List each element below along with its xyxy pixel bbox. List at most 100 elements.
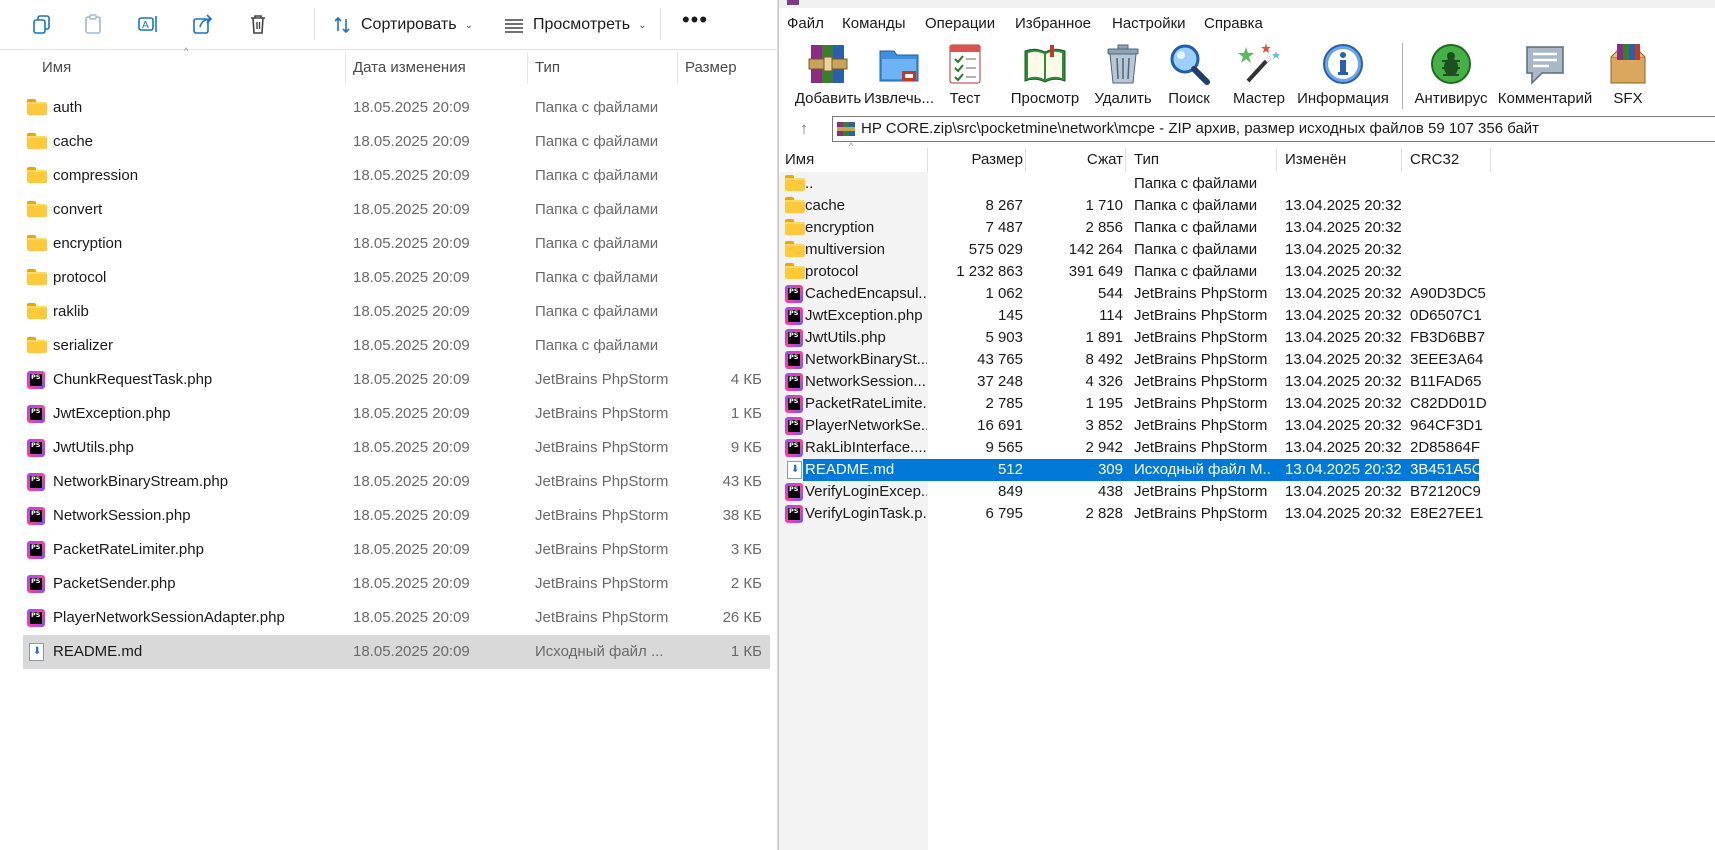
tool-add-button[interactable]: Добавить — [793, 41, 863, 111]
column-header-packed[interactable]: Сжат — [1027, 148, 1123, 172]
archive-file-row[interactable]: PS PacketRateLimite... 2 785 1 195 JetBrains… — [779, 393, 1487, 415]
share-icon[interactable] — [190, 11, 216, 37]
column-divider[interactable] — [527, 52, 528, 84]
file-type: JetBrains PhpStorm — [535, 541, 669, 558]
explorer-file-row[interactable]: serializer 18.05.2025 20:09 Папка с файлам… — [23, 329, 770, 363]
explorer-file-row[interactable]: auth 18.05.2025 20:09 Папка с файлами — [23, 91, 770, 125]
explorer-file-row[interactable]: PS JwtUtils.php 18.05.2025 20:09 JetBrains … — [23, 431, 770, 465]
tool-comment-button[interactable]: Комментарий — [1496, 41, 1594, 111]
column-divider[interactable] — [1276, 148, 1277, 172]
tool-view-button[interactable]: Просмотр — [1007, 41, 1083, 111]
archive-file-modified: 13.04.2025 20:32 — [1285, 307, 1402, 324]
archive-file-row[interactable]: PS CachedEncapsul... 1 062 544 JetBrains Php… — [779, 283, 1486, 305]
file-type: JetBrains PhpStorm — [535, 507, 669, 524]
archive-file-row[interactable]: PS VerifyLoginTask.p... 6 795 2 828 JetBrain… — [779, 503, 1483, 525]
tool-wizard-button[interactable]: Мастер — [1227, 41, 1291, 111]
archive-file-row[interactable]: multiversion 575 029 142 264 Папка с файлам… — [779, 239, 1479, 261]
explorer-file-row[interactable]: PS NetworkSession.php 18.05.2025 20:09 JetB… — [23, 499, 770, 533]
delete-icon[interactable] — [245, 11, 271, 37]
explorer-file-row[interactable]: encryption 18.05.2025 20:09 Папка с файлам… — [23, 227, 770, 261]
menu-operations[interactable]: Операции — [925, 15, 995, 32]
menu-file[interactable]: Файл — [787, 15, 824, 32]
archive-file-row[interactable]: cache 8 267 1 710 Папка с файлами 13.04.2025… — [779, 195, 1479, 217]
column-header-date[interactable]: Дата изменения — [353, 52, 466, 84]
menu-favorites[interactable]: Избранное — [1015, 15, 1091, 32]
copy-icon[interactable] — [29, 11, 55, 37]
column-header-type[interactable]: Тип — [1134, 148, 1159, 172]
chevron-down-icon: ⌄ — [638, 19, 647, 31]
column-divider[interactable] — [1401, 148, 1402, 172]
sort-button[interactable]: Сортировать ⌄ — [333, 12, 473, 38]
tool-sfx-button[interactable]: SFX — [1601, 41, 1655, 111]
archive-file-row[interactable]: PS JwtException.php 145 114 JetBrains PhpSto… — [779, 305, 1482, 327]
menu-commands[interactable]: Команды — [842, 15, 906, 32]
column-header-size[interactable]: Размер — [685, 52, 737, 84]
column-header-name[interactable]: Имя — [785, 148, 814, 172]
archive-file-row[interactable]: protocol 1 232 863 391 649 Папка с файлами 1… — [779, 261, 1479, 283]
column-header-type[interactable]: Тип — [535, 52, 560, 84]
menu-help[interactable]: Справка — [1204, 15, 1263, 32]
file-date: 18.05.2025 20:09 — [353, 337, 470, 354]
view-button[interactable]: Просмотреть ⌄ — [503, 12, 647, 38]
column-divider[interactable] — [345, 52, 346, 84]
tool-delete-button[interactable]: Удалить — [1093, 41, 1153, 111]
explorer-file-row[interactable]: PS PacketRateLimiter.php 18.05.2025 20:09 J… — [23, 533, 770, 567]
phpstorm-icon: PS — [785, 285, 803, 303]
winrar-window: Файл Команды Операции Избранное Настройк… — [778, 0, 1715, 850]
more-options-button[interactable]: ••• — [680, 9, 710, 38]
explorer-file-row[interactable]: compression 18.05.2025 20:09 Папка с файла… — [23, 159, 770, 193]
archive-file-type: JetBrains PhpStorm — [1134, 395, 1268, 412]
archive-file-row[interactable]: PS VerifyLoginExcep... 849 438 JetBrains Php… — [779, 481, 1481, 503]
explorer-column-header: Имя Дата изменения Тип Размер — [0, 52, 778, 84]
up-one-level-arrow-icon[interactable]: ↑ — [791, 118, 817, 140]
archive-file-row[interactable]: PS PlayerNetworkSe... 16 691 3 852 JetBrains… — [779, 415, 1483, 437]
archive-file-crc32: 2D85864F — [1410, 439, 1481, 456]
tool-antivirus-button[interactable]: Антивирус — [1409, 41, 1493, 111]
column-divider[interactable] — [927, 148, 928, 172]
phpstorm-icon: PS — [785, 505, 803, 523]
explorer-file-row[interactable]: PS JwtException.php 18.05.2025 20:09 JetBra… — [23, 397, 770, 431]
column-header-size[interactable]: Размер — [929, 148, 1023, 172]
column-divider[interactable] — [1125, 148, 1126, 172]
archive-file-row[interactable]: PS JwtUtils.php 5 903 1 891 JetBrains PhpSto… — [779, 327, 1485, 349]
archive-file-row[interactable]: .. Папка с файлами — [779, 173, 1479, 195]
column-header-modified[interactable]: Изменён — [1285, 148, 1346, 172]
column-header-name[interactable]: Имя — [42, 52, 71, 84]
archive-file-modified: 13.04.2025 20:32 — [1285, 197, 1402, 214]
menu-settings[interactable]: Настройки — [1112, 15, 1186, 32]
archive-file-row[interactable]: ⬇ README.md 512 309 Исходный файл M... 13.04.… — [779, 459, 1483, 481]
file-name: README.md — [53, 643, 143, 660]
tool-info-button[interactable]: Информация — [1295, 41, 1391, 111]
explorer-file-row[interactable]: PS PacketSender.php 18.05.2025 20:09 JetBra… — [23, 567, 770, 601]
explorer-file-row[interactable]: convert 18.05.2025 20:09 Папка с файлами — [23, 193, 770, 227]
explorer-file-row[interactable]: PS PlayerNetworkSessionAdapter.php 18.05.2… — [23, 601, 770, 635]
tool-find-button[interactable]: Поиск — [1161, 41, 1217, 111]
archive-file-row[interactable]: PS NetworkSession.... 37 248 4 326 JetBrains… — [779, 371, 1481, 393]
tool-extract-button[interactable]: Извлечь... — [863, 41, 935, 111]
explorer-file-row[interactable]: raklib 18.05.2025 20:09 Папка с файлами — [23, 295, 770, 329]
archive-file-row[interactable]: encryption 7 487 2 856 Папка с файлами 13.04… — [779, 217, 1479, 239]
comment-icon — [1522, 41, 1568, 87]
rename-icon[interactable]: A — [135, 11, 161, 37]
explorer-file-row[interactable]: PS NetworkBinaryStream.php 18.05.2025 20:0… — [23, 465, 770, 499]
archive-file-row[interactable]: PS NetworkBinarySt... 43 765 8 492 JetBrains… — [779, 349, 1483, 371]
column-divider[interactable] — [1025, 148, 1026, 172]
column-divider[interactable] — [677, 52, 678, 84]
file-size: 4 КБ — [730, 371, 762, 388]
winrar-title-bar[interactable] — [779, 0, 1715, 8]
column-divider[interactable] — [1490, 148, 1491, 172]
tool-test-button[interactable]: Тест — [937, 41, 993, 111]
column-header-crc32[interactable]: CRC32 — [1410, 148, 1459, 172]
archive-path-field[interactable]: HP CORE.zip\src\pocketmine\network\mcpe … — [832, 116, 1715, 142]
explorer-file-row[interactable]: PS ChunkRequestTask.php 18.05.2025 20:09 Je… — [23, 363, 770, 397]
explorer-file-row[interactable]: protocol 18.05.2025 20:09 Папка с файлами — [23, 261, 770, 295]
archive-file-packed: 3 852 — [1085, 417, 1123, 434]
explorer-file-row[interactable]: ⬇ README.md 18.05.2025 20:09 Исходный файл … — [23, 635, 770, 669]
phpstorm-icon: PS — [27, 473, 47, 491]
archive-file-row[interactable]: PS RakLibInterface.... 9 565 2 942 JetBrains… — [779, 437, 1480, 459]
paste-icon[interactable] — [80, 11, 106, 37]
archive-file-name: PlayerNetworkSe... — [805, 417, 927, 434]
file-name: convert — [53, 201, 103, 218]
tool-extract-label: Извлечь... — [863, 90, 934, 107]
explorer-file-row[interactable]: cache 18.05.2025 20:09 Папка с файлами — [23, 125, 770, 159]
